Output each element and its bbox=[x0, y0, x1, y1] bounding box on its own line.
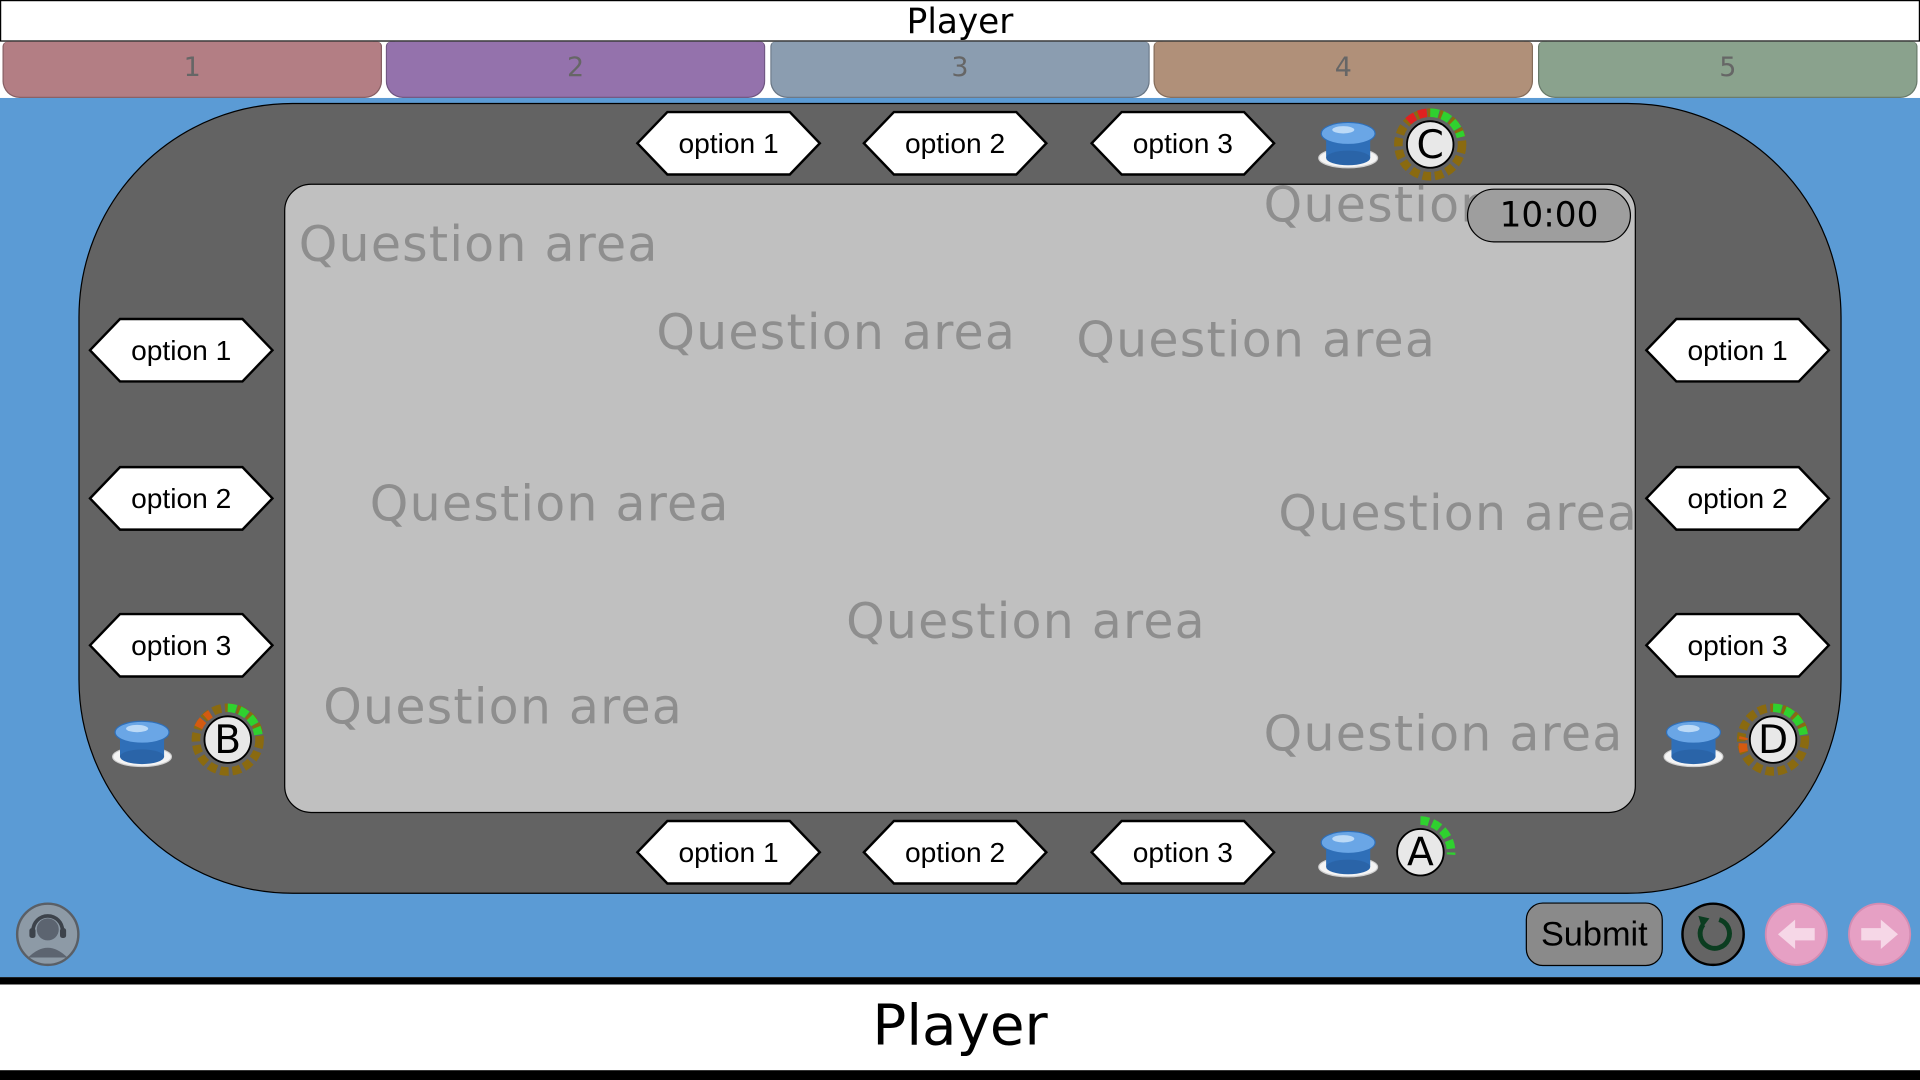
divider bbox=[0, 977, 1920, 985]
buzzer-c-icon[interactable] bbox=[1316, 116, 1380, 170]
buzzer-d-icon[interactable] bbox=[1662, 715, 1726, 769]
arrow-left-icon[interactable] bbox=[1763, 901, 1829, 967]
right-option-2[interactable]: option 2 bbox=[1644, 465, 1831, 531]
question-text: Question area bbox=[1278, 486, 1636, 543]
left-option-1[interactable]: option 1 bbox=[88, 317, 275, 383]
left-option-2[interactable]: option 2 bbox=[88, 465, 275, 531]
left-option-3[interactable]: option 3 bbox=[88, 612, 275, 678]
right-option-3[interactable]: option 3 bbox=[1644, 612, 1831, 678]
footer-title: Player bbox=[872, 991, 1048, 1058]
submit-button[interactable]: Submit bbox=[1525, 902, 1663, 967]
tab-2[interactable]: 2 bbox=[385, 41, 766, 98]
player-badge-b: B bbox=[189, 700, 267, 778]
arrow-right-icon[interactable] bbox=[1847, 901, 1913, 967]
headset-avatar-icon[interactable] bbox=[15, 901, 81, 967]
question-text: Question area bbox=[298, 216, 659, 274]
question-text: Question bbox=[1263, 183, 1493, 234]
top-option-1[interactable]: option 1 bbox=[635, 110, 822, 176]
player-badge-c: C bbox=[1391, 105, 1469, 183]
tab-4[interactable]: 4 bbox=[1153, 41, 1534, 98]
footer-bar: Player bbox=[0, 984, 1920, 1071]
question-text: Question area bbox=[1076, 312, 1437, 369]
tab-5[interactable]: 5 bbox=[1537, 41, 1918, 98]
player-badge-d: D bbox=[1734, 700, 1812, 778]
question-text: Question area bbox=[323, 679, 684, 736]
reset-icon[interactable] bbox=[1680, 901, 1746, 967]
bottom-option-3[interactable]: option 3 bbox=[1089, 819, 1276, 885]
top-option-3[interactable]: option 3 bbox=[1089, 110, 1276, 176]
divider bbox=[0, 1070, 1920, 1080]
buzzer-b-icon[interactable] bbox=[110, 715, 174, 769]
player-badge-a: A bbox=[1381, 813, 1459, 891]
page-title: Player bbox=[906, 1, 1014, 42]
question-text: Question area bbox=[1263, 706, 1624, 763]
question-text: Question area bbox=[846, 593, 1206, 651]
top-option-2[interactable]: option 2 bbox=[862, 110, 1049, 176]
tab-1[interactable]: 1 bbox=[2, 41, 383, 98]
bottom-option-1[interactable]: option 1 bbox=[635, 819, 822, 885]
tab-3[interactable]: 3 bbox=[770, 41, 1150, 98]
question-text: Question area bbox=[656, 304, 1017, 362]
timer: 10:00 bbox=[1466, 188, 1632, 243]
buzzer-a-icon[interactable] bbox=[1316, 825, 1380, 879]
bottom-option-2[interactable]: option 2 bbox=[862, 819, 1049, 885]
question-panel: Question area Question area Question are… bbox=[284, 183, 1636, 814]
question-text: Question area bbox=[369, 476, 730, 533]
title-bar: Player bbox=[0, 0, 1920, 42]
right-option-1[interactable]: option 1 bbox=[1644, 317, 1831, 383]
